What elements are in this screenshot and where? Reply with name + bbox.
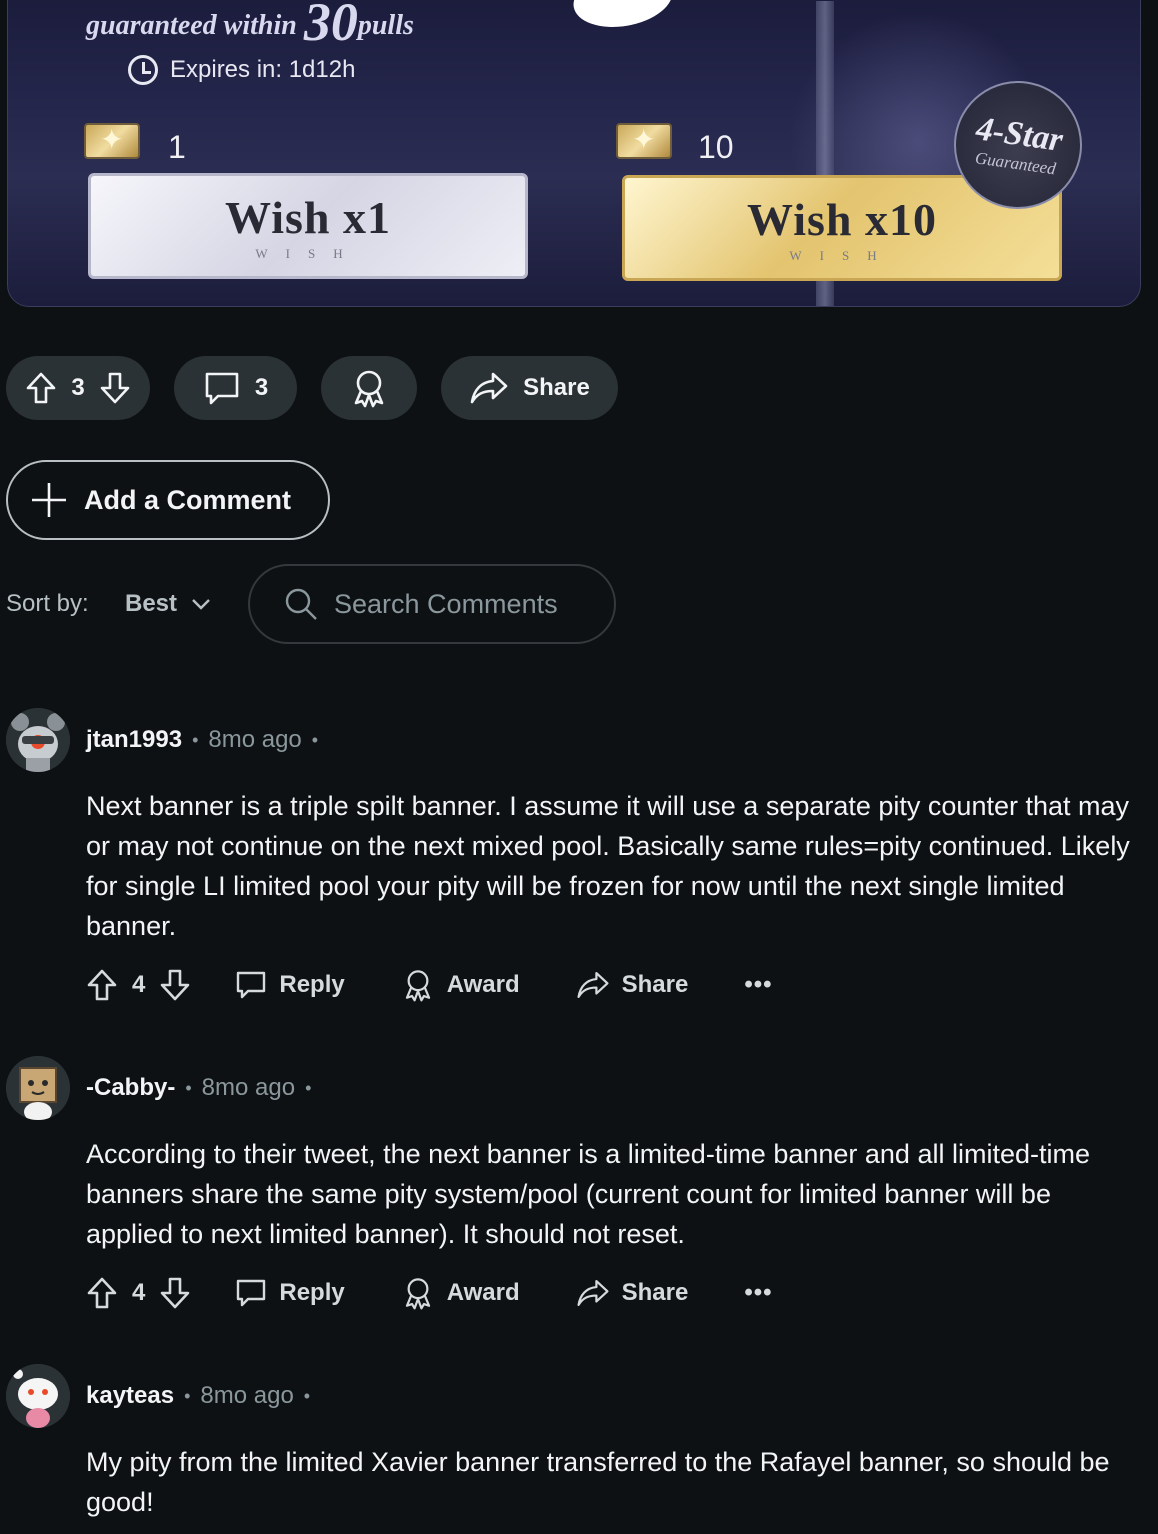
comment-thread-item: kayteas • 8mo ago • My pity from the lim…	[0, 1364, 1158, 1534]
downvote-icon[interactable]	[159, 1276, 191, 1310]
separator-dot: •	[303, 1385, 311, 1406]
downvote-icon[interactable]	[99, 371, 131, 405]
post-vote-control: 3	[6, 356, 150, 420]
post-vote-count: 3	[71, 374, 85, 401]
separator-dot: •	[305, 1077, 312, 1098]
comment-body: Next banner is a triple spilt banner. I …	[86, 791, 1130, 941]
comment-body: My pity from the limited Xavier banner t…	[86, 1447, 1110, 1517]
share-button[interactable]: Share	[576, 1278, 688, 1308]
post-image-banner[interactable]: guaranteed within 30pulls Expires in: 1d…	[7, 0, 1141, 307]
share-icon	[576, 1278, 610, 1308]
award-icon	[401, 1276, 435, 1310]
post-share-button[interactable]: Share	[441, 356, 618, 420]
expires-label: Expires in: 1d12h	[170, 56, 356, 83]
single-ticket-count: 1	[168, 129, 186, 165]
upvote-icon[interactable]	[25, 371, 57, 405]
post-award-button[interactable]	[321, 356, 417, 420]
post-comment-count: 3	[254, 374, 269, 401]
comment-icon	[235, 1277, 267, 1309]
downvote-icon[interactable]	[159, 968, 191, 1002]
separator-dot: •	[311, 729, 319, 750]
award-button[interactable]: Award	[401, 1276, 520, 1310]
award-icon	[349, 368, 389, 408]
share-icon	[576, 970, 610, 1000]
expires-timer: Expires in: 1d12h	[128, 55, 355, 85]
plus-icon	[30, 481, 68, 519]
comment-vote-control: 4	[86, 968, 191, 1002]
add-comment-button[interactable]: Add a Comment	[6, 460, 330, 540]
more-options-icon[interactable]: •••	[744, 1279, 772, 1307]
comment-vote-count: 4	[132, 971, 146, 998]
comment-body: According to their tweet, the next banne…	[86, 1139, 1090, 1249]
avatar[interactable]	[6, 1364, 70, 1428]
avatar[interactable]	[6, 1056, 70, 1120]
comment-thread-item: jtan1993 • 8mo ago • Next banner is a tr…	[0, 708, 1158, 1008]
separator-dot: •	[184, 1385, 191, 1406]
separator-dot: •	[185, 1077, 192, 1098]
award-button[interactable]: Award	[401, 968, 520, 1002]
comment-thread-item: -Cabby- • 8mo ago • According to their t…	[0, 1056, 1158, 1326]
more-options-icon[interactable]: •••	[744, 971, 772, 999]
sort-dropdown[interactable]: Best	[125, 590, 211, 618]
comment-time[interactable]: 8mo ago	[208, 726, 301, 754]
comment-icon	[235, 969, 267, 1001]
search-comments[interactable]	[248, 564, 616, 644]
comment-author[interactable]: -Cabby-	[86, 1074, 175, 1102]
comment-icon	[203, 370, 241, 406]
separator-dot: •	[192, 729, 199, 750]
comment-author[interactable]: kayteas	[86, 1382, 174, 1410]
comment-meta: jtan1993 • 8mo ago •	[86, 726, 328, 754]
comment-actions: 4 Reply Award Share •••	[86, 963, 773, 1007]
award-icon	[401, 968, 435, 1002]
comment-meta: kayteas • 8mo ago •	[86, 1382, 320, 1410]
sort-label: Sort by:	[6, 590, 89, 617]
comment-actions: 4 Reply Award Share •••	[86, 1271, 773, 1315]
add-comment-label: Add a Comment	[84, 484, 292, 515]
comment-vote-count: 4	[132, 1279, 146, 1306]
comment-time[interactable]: 8mo ago	[200, 1382, 293, 1410]
guarantee-text: guaranteed within 30pulls	[86, 0, 414, 52]
search-input[interactable]	[334, 588, 614, 620]
share-button[interactable]: Share	[576, 970, 688, 1000]
reply-button[interactable]: Reply	[235, 1277, 345, 1309]
wish-ticket-icon	[616, 123, 672, 159]
wish-ticket-icon	[84, 123, 140, 159]
sort-value: Best	[125, 590, 178, 617]
multi-ticket-count: 10	[698, 129, 734, 165]
avatar[interactable]	[6, 708, 70, 772]
upvote-icon[interactable]	[86, 1276, 118, 1310]
clock-icon	[128, 55, 158, 85]
share-icon	[469, 371, 509, 405]
comment-vote-control: 4	[86, 1276, 191, 1310]
share-label: Share	[523, 374, 590, 401]
chevron-down-icon	[191, 598, 211, 610]
post-comments-button[interactable]: 3	[174, 356, 297, 420]
reply-button[interactable]: Reply	[235, 969, 345, 1001]
comment-meta: -Cabby- • 8mo ago •	[86, 1074, 321, 1102]
banner-redaction-blob	[568, 0, 678, 35]
upvote-icon[interactable]	[86, 968, 118, 1002]
comment-time[interactable]: 8mo ago	[202, 1074, 295, 1102]
wish-x1-button[interactable]: Wish x1 WISH	[88, 173, 528, 279]
comment-author[interactable]: jtan1993	[86, 726, 182, 754]
search-icon	[284, 587, 318, 621]
